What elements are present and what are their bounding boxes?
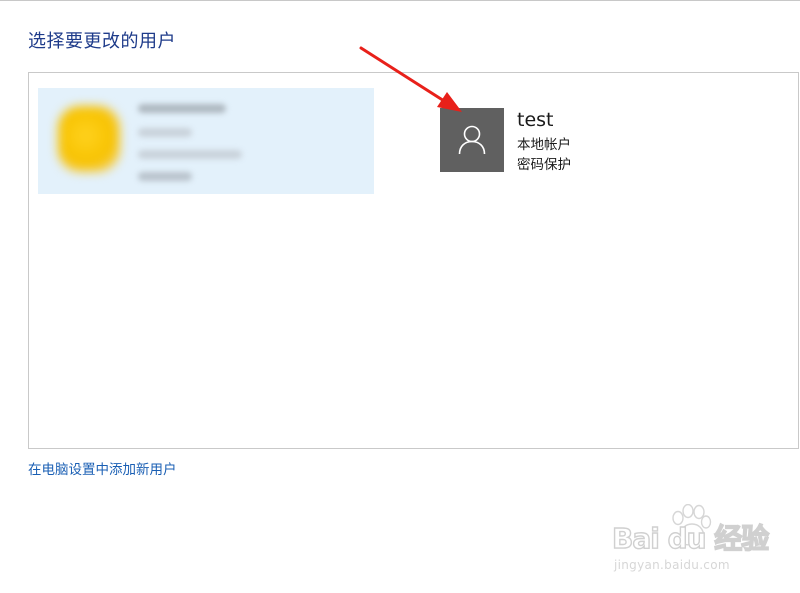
account-tile-redacted[interactable] [38, 88, 374, 194]
redacted-text-line [138, 128, 192, 137]
account-name: test [517, 109, 554, 131]
user-accounts-window: 选择要更改的用户 test 本地帐户 密码保护 在电脑设置中添加新用户 Bai … [0, 0, 800, 593]
baidu-jingyan-watermark: Bai du 经验 jingyan.baidu.com [611, 504, 770, 580]
watermark-brand: Bai du 经验 [611, 522, 770, 555]
top-divider [0, 0, 800, 1]
account-list-panel: test 本地帐户 密码保护 [28, 72, 799, 449]
page-title: 选择要更改的用户 [28, 31, 176, 52]
account-tile-test[interactable]: test 本地帐户 密码保护 [440, 108, 630, 174]
redacted-text-line [138, 172, 192, 181]
add-new-user-link[interactable]: 在电脑设置中添加新用户 [28, 461, 177, 479]
watermark-url: jingyan.baidu.com [614, 558, 730, 572]
user-icon [458, 125, 486, 155]
redacted-text-line [138, 150, 242, 159]
account-avatar [440, 108, 504, 172]
account-type: 本地帐户 [517, 137, 571, 153]
account-password-status: 密码保护 [517, 157, 571, 173]
redacted-text-line [138, 104, 226, 113]
redacted-avatar [58, 106, 120, 172]
